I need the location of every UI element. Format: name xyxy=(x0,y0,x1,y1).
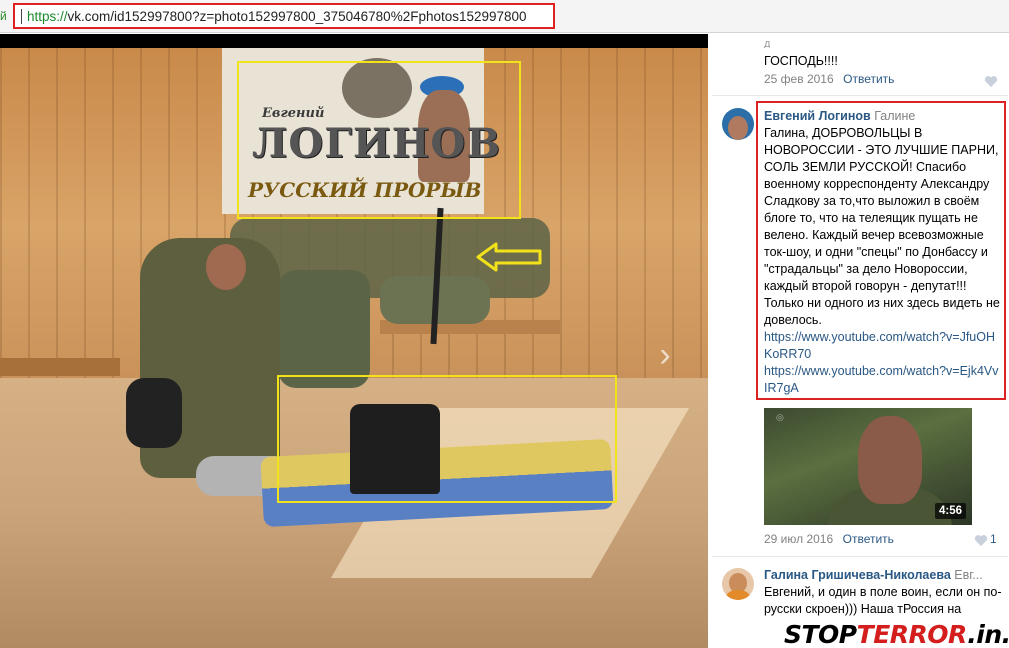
watermark-terror: TERROR xyxy=(856,620,968,648)
site-watermark: STOPTERROR.in.ua xyxy=(784,620,1009,648)
comment-author[interactable]: Галина Гришичева-Николаева xyxy=(764,568,951,582)
comment-date[interactable]: 25 фев 2016 xyxy=(764,72,834,86)
url-protocol: https:// xyxy=(27,9,68,24)
photo[interactable]: Евгений ЛОГИНОВ РУССКИЙ ПРОРЫВ › xyxy=(0,48,708,648)
comment-text: Евгений, и один в поле воин, если он по-… xyxy=(764,585,1002,616)
comment-header: Евгений Логинов Галине xyxy=(764,108,1000,125)
comment-author[interactable]: Евгений Логинов xyxy=(764,109,871,123)
annotation-arrow-icon xyxy=(476,242,542,272)
video-duration: 4:56 xyxy=(934,503,966,519)
soldier-boots xyxy=(126,378,182,448)
comment-reply-to[interactable]: Галине xyxy=(874,109,915,123)
comment-reply-to[interactable]: Евг... xyxy=(954,568,982,582)
avatar-face xyxy=(728,116,748,140)
comment-body: Галина Гришичева-Николаева Евг... Евгени… xyxy=(764,567,1002,618)
video-person-face xyxy=(858,416,922,504)
comment-meta: 29 июл 2016 Ответить xyxy=(764,532,894,546)
comment-text: Галина, ДОБРОВОЛЬЦЫ В НОВОРОССИИ - ЭТО Л… xyxy=(764,126,1000,327)
heart-icon[interactable] xyxy=(974,534,988,547)
url-rest: vk.com/id152997800?z=photo152997800_3750… xyxy=(67,9,527,24)
next-photo-arrow-icon[interactable]: › xyxy=(652,336,678,374)
comment-text: ГОСПОДЬ!!!! xyxy=(764,54,838,68)
watermark-stop: STOP xyxy=(784,620,857,648)
comment-link[interactable]: https://www.youtube.com/watch?v=JfuOHKoR… xyxy=(764,329,1000,363)
comment-header: Галина Гришичева-Николаева Евг... xyxy=(764,567,1002,584)
annotation-box-banner xyxy=(237,61,521,219)
like-count: 1 xyxy=(990,532,997,546)
reply-button[interactable]: Ответить xyxy=(843,532,894,546)
comment-meta: 25 фев 2016 Ответить xyxy=(764,72,894,86)
text-cursor xyxy=(21,9,22,24)
watermark-domain: .in.ua xyxy=(967,620,1009,648)
bed-frame xyxy=(0,358,120,376)
photo-viewer: Евгений ЛОГИНОВ РУССКИЙ ПРОРЫВ › xyxy=(0,34,708,648)
video-thumbnail[interactable]: ◎ 4:56 xyxy=(764,408,972,525)
divider xyxy=(712,95,1008,96)
video-watermark: ◎ xyxy=(776,412,784,422)
url-input[interactable]: https://vk.com/id152997800?z=photo152997… xyxy=(13,3,555,29)
avatar-shoulders xyxy=(726,590,750,600)
avatar[interactable] xyxy=(722,108,754,140)
heart-icon[interactable] xyxy=(984,75,998,88)
comment-link[interactable]: https://www.youtube.com/watch?v=Ejk4VvIR… xyxy=(764,363,1000,397)
annotation-box-flag xyxy=(277,375,617,503)
browser-address-bar: й https://vk.com/id152997800?z=photo1529… xyxy=(0,0,1009,33)
reply-button[interactable]: Ответить xyxy=(843,72,894,86)
url-text: https://vk.com/id152997800?z=photo152997… xyxy=(27,9,527,24)
divider xyxy=(712,556,1008,557)
comment-text-tail: д xyxy=(764,38,771,48)
comment-body: Евгений Логинов Галине Галина, ДОБРОВОЛЬ… xyxy=(764,108,1000,397)
edge-mark: й xyxy=(0,9,7,23)
avatar[interactable] xyxy=(722,568,754,600)
soldier-head xyxy=(206,244,246,290)
comment-date[interactable]: 29 июл 2016 xyxy=(764,532,833,546)
